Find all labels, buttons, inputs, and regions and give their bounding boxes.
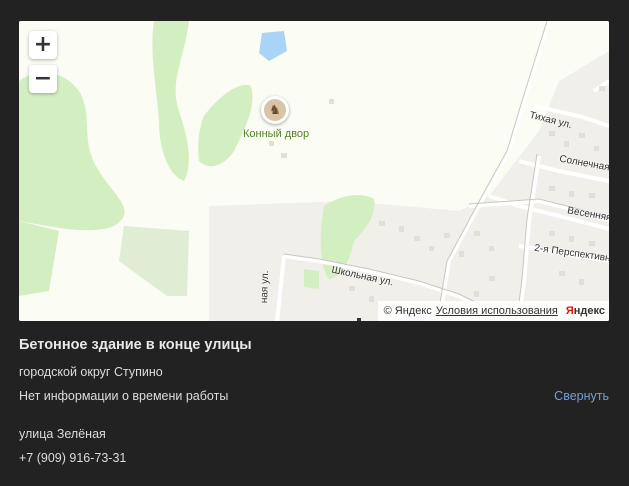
yandex-logo-first-letter: Я	[565, 305, 574, 317]
collapse-link[interactable]: Свернуть	[554, 389, 609, 403]
plus-icon: +	[33, 32, 53, 57]
poi-label[interactable]: Конный двор	[243, 128, 309, 140]
copyright-text: © Яндекс	[383, 305, 432, 317]
horse-icon: ♞	[264, 99, 286, 121]
zoom-in-button[interactable]: +	[29, 31, 57, 59]
poi-marker[interactable]: ♞	[261, 96, 289, 124]
map-widget[interactable]: + − ♞ Конный двор Тихая ул. Солнечная Ве…	[19, 21, 609, 321]
place-title: Бетонное здание в конце улицы	[19, 337, 252, 353]
yandex-logo[interactable]: Яндекс	[566, 305, 605, 317]
phone-number[interactable]: +7 (909) 916-73-31	[19, 451, 609, 465]
place-district: городской округ Ступино	[19, 365, 163, 379]
zoom-out-button[interactable]: −	[29, 65, 57, 93]
map-canvas[interactable]	[19, 21, 609, 321]
terms-link[interactable]: Условия использования	[436, 305, 558, 317]
location-pin-stub	[357, 318, 361, 321]
yandex-logo-rest: ндекс	[573, 305, 605, 317]
street-label-vertical: ная ул.	[259, 270, 272, 304]
place-address: улица Зелёная	[19, 427, 106, 441]
forest-area	[304, 269, 319, 289]
working-hours: Нет информации о времени работы	[19, 389, 229, 403]
map-copyright-bar: © Яндекс Условия использования Яндекс	[377, 301, 609, 321]
minus-icon: −	[33, 66, 53, 91]
